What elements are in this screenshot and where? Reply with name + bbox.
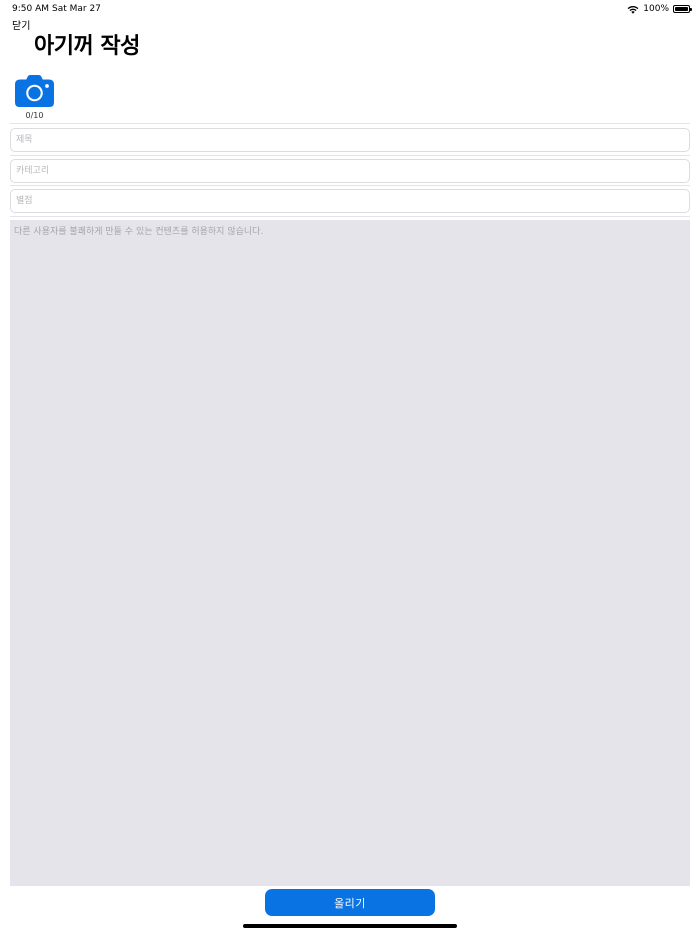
divider xyxy=(10,123,690,124)
photo-count: 0/10 xyxy=(25,111,44,120)
content-textarea[interactable] xyxy=(10,220,690,886)
divider xyxy=(10,216,690,217)
battery-level xyxy=(675,7,688,11)
status-date: Sat Mar 27 xyxy=(52,4,101,14)
home-indicator xyxy=(243,924,457,928)
close-button[interactable]: 닫기 xyxy=(12,20,30,33)
compose-screen: 9:50 AM Sat Mar 27 100% 닫기 아기꺼 작성 0/10 제… xyxy=(0,0,700,934)
page-title: 아기꺼 작성 xyxy=(34,34,140,59)
status-time: 9:50 AM xyxy=(12,4,49,14)
status-indicators: 100% xyxy=(627,0,692,18)
category-input[interactable] xyxy=(10,159,690,183)
wifi-icon xyxy=(627,5,639,14)
status-bar: 9:50 AM Sat Mar 27 100% xyxy=(0,0,700,18)
battery-icon xyxy=(673,5,692,13)
add-photo-button[interactable] xyxy=(14,74,55,108)
submit-button[interactable]: 올리기 xyxy=(265,889,435,916)
title-input[interactable] xyxy=(10,128,690,152)
rating-input[interactable] xyxy=(10,189,690,213)
divider xyxy=(10,185,690,186)
battery-percentage: 100% xyxy=(643,4,669,14)
camera-icon xyxy=(15,75,54,107)
divider xyxy=(10,155,690,156)
